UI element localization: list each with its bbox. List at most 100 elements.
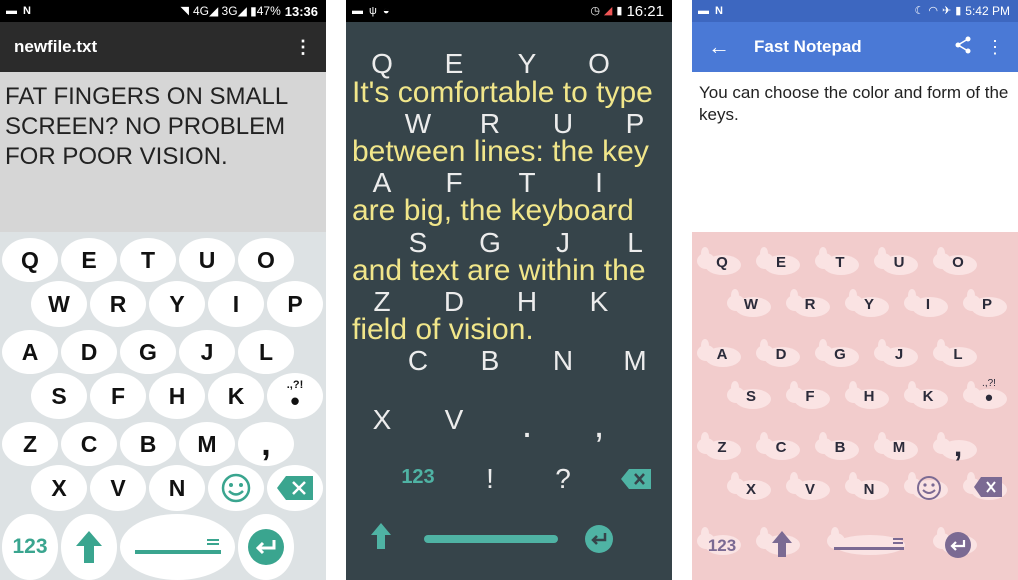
- key-s[interactable]: S: [746, 389, 756, 404]
- key-b[interactable]: B: [481, 347, 500, 375]
- numbers-key[interactable]: 123: [401, 467, 434, 487]
- key-b[interactable]: B: [120, 422, 176, 466]
- key-m[interactable]: M: [179, 422, 235, 466]
- key-r[interactable]: R: [480, 110, 500, 138]
- key-h[interactable]: H: [149, 373, 205, 419]
- key-w[interactable]: W: [31, 281, 87, 327]
- key-n[interactable]: N: [864, 482, 875, 497]
- key-z[interactable]: Z: [373, 288, 390, 316]
- key-f[interactable]: F: [90, 373, 146, 419]
- key-u[interactable]: U: [179, 238, 235, 282]
- backspace-key[interactable]: [620, 468, 652, 495]
- shift-key[interactable]: [771, 530, 793, 563]
- key-l[interactable]: L: [953, 347, 962, 362]
- key-v[interactable]: V: [805, 482, 815, 497]
- key-exclamation[interactable]: !: [486, 465, 494, 493]
- key-h[interactable]: H: [864, 389, 875, 404]
- key-i[interactable]: I: [595, 169, 603, 197]
- key-w[interactable]: W: [405, 110, 431, 138]
- key-d[interactable]: D: [776, 347, 787, 362]
- key-u[interactable]: U: [894, 255, 905, 270]
- key-o[interactable]: O: [238, 238, 294, 282]
- key-q[interactable]: Q: [716, 255, 728, 270]
- key-t[interactable]: T: [835, 255, 844, 270]
- key-comma[interactable]: ,: [954, 432, 962, 462]
- key-q[interactable]: Q: [2, 238, 58, 282]
- key-c[interactable]: C: [61, 422, 117, 466]
- key-o[interactable]: O: [952, 255, 964, 270]
- key-u[interactable]: U: [553, 110, 573, 138]
- key-comma[interactable]: ,: [238, 422, 294, 466]
- key-a[interactable]: A: [2, 330, 58, 374]
- key-f[interactable]: F: [805, 389, 814, 404]
- enter-key[interactable]: [584, 524, 614, 559]
- key-a[interactable]: A: [373, 169, 392, 197]
- key-n[interactable]: N: [149, 465, 205, 511]
- key-c[interactable]: C: [776, 440, 787, 455]
- key-a[interactable]: A: [717, 347, 728, 362]
- key-x[interactable]: X: [373, 406, 392, 434]
- key-o[interactable]: O: [588, 50, 610, 78]
- key-z[interactable]: Z: [2, 422, 58, 466]
- key-l[interactable]: L: [238, 330, 294, 374]
- key-x[interactable]: X: [746, 482, 756, 497]
- key-comma[interactable]: ,: [594, 406, 605, 444]
- key-r[interactable]: R: [805, 297, 816, 312]
- emoji-key[interactable]: [208, 465, 264, 511]
- key-g[interactable]: G: [120, 330, 176, 374]
- key-punctuation[interactable]: .,?! •: [267, 373, 323, 419]
- key-e[interactable]: E: [776, 255, 786, 270]
- key-v[interactable]: V: [90, 465, 146, 511]
- key-g[interactable]: G: [479, 229, 501, 257]
- backspace-key[interactable]: [973, 476, 1003, 503]
- key-p[interactable]: P: [626, 110, 645, 138]
- enter-key[interactable]: [238, 514, 294, 580]
- numbers-key[interactable]: 123: [2, 514, 58, 580]
- shift-key[interactable]: [61, 514, 117, 580]
- key-x[interactable]: X: [31, 465, 87, 511]
- key-j[interactable]: J: [556, 229, 570, 257]
- key-q[interactable]: Q: [371, 50, 393, 78]
- emoji-key[interactable]: [916, 475, 942, 506]
- numbers-key[interactable]: 123: [708, 537, 736, 554]
- key-j[interactable]: J: [895, 347, 903, 362]
- key-w[interactable]: W: [744, 297, 758, 312]
- key-m[interactable]: M: [623, 347, 646, 375]
- key-i[interactable]: I: [926, 297, 930, 312]
- key-s[interactable]: S: [31, 373, 87, 419]
- key-r[interactable]: R: [90, 281, 146, 327]
- key-s[interactable]: S: [409, 229, 428, 257]
- key-d[interactable]: D: [61, 330, 117, 374]
- key-p[interactable]: P: [267, 281, 323, 327]
- key-v[interactable]: V: [445, 406, 464, 434]
- text-editor[interactable]: You can choose the color and form of the…: [692, 72, 1018, 232]
- share-icon[interactable]: [954, 36, 972, 59]
- space-key[interactable]: [833, 537, 905, 558]
- shift-key[interactable]: [370, 522, 392, 555]
- key-i[interactable]: I: [208, 281, 264, 327]
- more-options-icon[interactable]: ⋮: [294, 38, 312, 56]
- key-z[interactable]: Z: [717, 440, 726, 455]
- back-arrow-icon[interactable]: ←: [708, 36, 730, 58]
- key-t[interactable]: T: [518, 169, 535, 197]
- key-period[interactable]: .: [522, 406, 533, 444]
- key-t[interactable]: T: [120, 238, 176, 282]
- key-k[interactable]: K: [208, 373, 264, 419]
- key-m[interactable]: M: [893, 440, 906, 455]
- key-y[interactable]: Y: [149, 281, 205, 327]
- key-c[interactable]: C: [408, 347, 428, 375]
- key-j[interactable]: J: [179, 330, 235, 374]
- key-question[interactable]: ?: [555, 465, 571, 493]
- text-editor[interactable]: FAT FINGERS ON SMALL SCREEN? NO PROBLEM …: [0, 72, 326, 232]
- backspace-key[interactable]: [267, 465, 323, 511]
- enter-key[interactable]: [944, 531, 972, 564]
- key-p[interactable]: P: [982, 297, 992, 312]
- key-e[interactable]: E: [445, 50, 464, 78]
- key-k[interactable]: K: [590, 288, 609, 316]
- space-key[interactable]: [120, 514, 235, 580]
- key-d[interactable]: D: [444, 288, 464, 316]
- key-e[interactable]: E: [61, 238, 117, 282]
- space-key[interactable]: [424, 535, 558, 543]
- key-l[interactable]: L: [627, 229, 643, 257]
- more-options-icon[interactable]: ⋮: [986, 37, 1004, 58]
